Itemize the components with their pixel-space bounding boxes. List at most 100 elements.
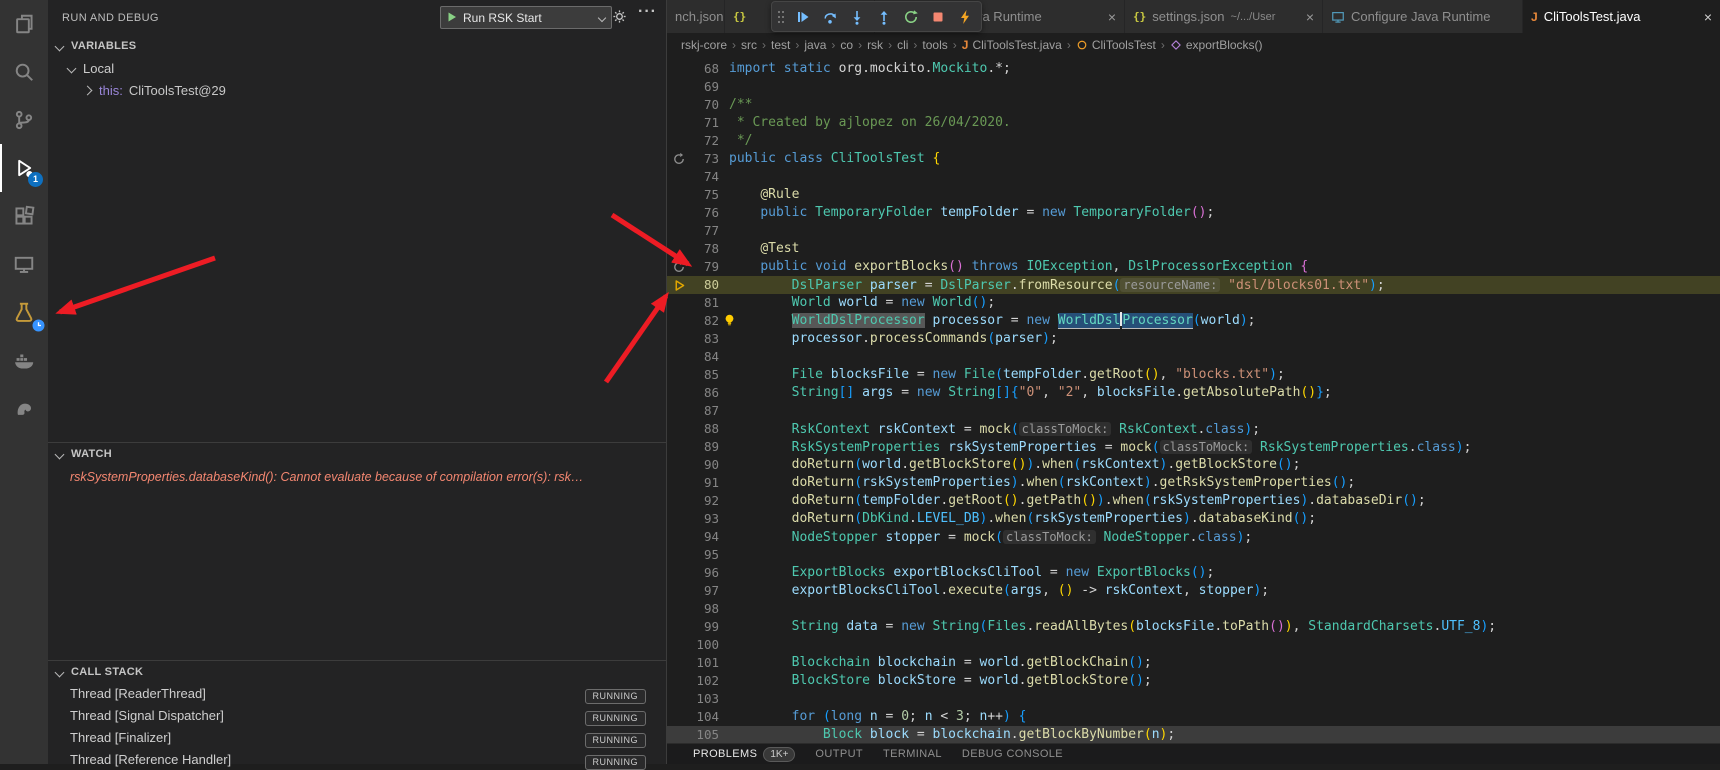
code-line-93[interactable]: 93 doReturn(DbKind.LEVEL_DB).when(rskSys… [667, 510, 1720, 528]
code-line-87[interactable]: 87 [667, 402, 1720, 420]
gutter-glyph[interactable] [667, 528, 691, 546]
gutter-glyph[interactable] [667, 438, 691, 456]
gutter-glyph[interactable] [667, 294, 691, 312]
code-line-101[interactable]: 101 Blockchain blockchain = world.getBlo… [667, 654, 1720, 672]
gutter-glyph[interactable] [667, 420, 691, 438]
code-line-84[interactable]: 84 [667, 348, 1720, 366]
gutter-glyph[interactable] [667, 456, 691, 474]
step-out-button[interactable] [874, 7, 894, 27]
breadcrumb-item[interactable]: rskj-core [681, 38, 727, 52]
gutter-glyph[interactable] [667, 402, 691, 420]
gutter-glyph[interactable] [667, 618, 691, 636]
gutter-glyph[interactable] [667, 186, 691, 204]
panel-tab-problems[interactable]: PROBLEMS1K+ [693, 747, 795, 762]
call-stack-section-header[interactable]: CALL STACK [48, 660, 666, 683]
close-icon[interactable]: × [1696, 9, 1712, 25]
code-line-100[interactable]: 100 [667, 636, 1720, 654]
gutter-glyph[interactable] [667, 330, 691, 348]
activity-run-and-debug[interactable]: 1 [0, 144, 48, 192]
breadcrumb-item[interactable]: co [840, 38, 853, 52]
gutter-glyph[interactable] [667, 276, 691, 294]
gutter-glyph[interactable] [667, 258, 691, 276]
activity-gradle[interactable] [0, 384, 48, 432]
activity-source-control[interactable] [0, 96, 48, 144]
gutter-glyph[interactable] [667, 78, 691, 96]
watch-expression-row[interactable]: rskSystemProperties.databaseKind(): Cann… [48, 466, 666, 488]
code-line-77[interactable]: 77 [667, 222, 1720, 240]
tab-configure-java-runtime[interactable]: Configure Java Runtime [1323, 0, 1523, 33]
step-into-button[interactable] [847, 7, 867, 27]
activity-testing[interactable] [0, 288, 48, 336]
gutter-glyph[interactable] [667, 366, 691, 384]
close-icon[interactable]: × [1298, 9, 1314, 25]
code-line-96[interactable]: 96 ExportBlocks exportBlocksCliTool = ne… [667, 564, 1720, 582]
continue-button[interactable] [793, 7, 813, 27]
gutter-glyph[interactable] [667, 510, 691, 528]
close-icon[interactable]: × [1100, 9, 1116, 25]
code-line-75[interactable]: 75 @Rule [667, 186, 1720, 204]
code-line-85[interactable]: 85 File blocksFile = new File(tempFolder… [667, 366, 1720, 384]
variables-scope-local[interactable]: Local [48, 57, 666, 79]
code-line-86[interactable]: 86 String[] args = new String[]{"0", "2"… [667, 384, 1720, 402]
breadcrumb-item[interactable]: exportBlocks() [1170, 38, 1263, 52]
debug-settings-gear-icon[interactable] [612, 9, 627, 27]
panel-tab-terminal[interactable]: TERMINAL [883, 748, 942, 760]
code-editor[interactable]: 68import static org.mockito.Mockito.*;69… [667, 57, 1720, 744]
code-line-104[interactable]: 104 for (long n = 0; n < 3; n++) { [667, 708, 1720, 726]
gutter-glyph[interactable] [667, 564, 691, 582]
gutter-glyph[interactable] [667, 726, 691, 744]
gutter-glyph[interactable] [667, 312, 691, 330]
code-line-78[interactable]: 78 @Test [667, 240, 1720, 258]
code-line-71[interactable]: 71 * Created by ajlopez on 26/04/2020. [667, 114, 1720, 132]
code-line-80[interactable]: 80 DslParser parser = DslParser.fromReso… [667, 276, 1720, 294]
panel-tab-debug-console[interactable]: DEBUG CONSOLE [962, 748, 1063, 760]
gutter-glyph[interactable] [667, 474, 691, 492]
panel-tab-output[interactable]: OUTPUT [815, 748, 863, 760]
gutter-glyph[interactable] [667, 150, 691, 168]
code-line-74[interactable]: 74 [667, 168, 1720, 186]
gutter-glyph[interactable] [667, 672, 691, 690]
activity-extensions[interactable] [0, 192, 48, 240]
code-line-82[interactable]: 82 WorldDslProcessor processor = new Wor… [667, 312, 1720, 330]
code-line-73[interactable]: 73public class CliToolsTest { [667, 150, 1720, 168]
code-line-99[interactable]: 99 String data = new String(Files.readAl… [667, 618, 1720, 636]
activity-search[interactable] [0, 48, 48, 96]
activity-remote-explorer[interactable] [0, 240, 48, 288]
code-line-88[interactable]: 88 RskContext rskContext = mock(classToM… [667, 420, 1720, 438]
code-line-68[interactable]: 68import static org.mockito.Mockito.*; [667, 60, 1720, 78]
code-line-81[interactable]: 81 World world = new World(); [667, 294, 1720, 312]
gutter-glyph[interactable] [667, 204, 691, 222]
gutter-glyph[interactable] [667, 690, 691, 708]
tab-clitoolstest-java[interactable]: JCliToolsTest.java× [1523, 0, 1720, 33]
gutter-glyph[interactable] [667, 546, 691, 564]
code-line-90[interactable]: 90 doReturn(world.getBlockStore()).when(… [667, 456, 1720, 474]
code-line-94[interactable]: 94 NodeStopper stopper = mock(classToMoc… [667, 528, 1720, 546]
breadcrumb-item[interactable]: JCliToolsTest.java [962, 38, 1062, 52]
step-over-button[interactable] [820, 7, 840, 27]
activity-explorer[interactable] [0, 0, 48, 48]
watch-section-header[interactable]: WATCH [48, 442, 666, 465]
gutter-glyph[interactable] [667, 114, 691, 132]
hot-code-replace-button[interactable] [955, 7, 975, 27]
code-line-69[interactable]: 69 [667, 78, 1720, 96]
code-line-92[interactable]: 92 doReturn(tempFolder.getRoot().getPath… [667, 492, 1720, 510]
code-line-103[interactable]: 103 [667, 690, 1720, 708]
code-line-83[interactable]: 83 processor.processCommands(parser); [667, 330, 1720, 348]
variables-section-header[interactable]: VARIABLES [48, 35, 666, 57]
code-line-102[interactable]: 102 BlockStore blockStore = world.getBlo… [667, 672, 1720, 690]
gutter-glyph[interactable] [667, 168, 691, 186]
gutter-glyph[interactable] [667, 492, 691, 510]
launch-config-select[interactable]: Run RSK Start [440, 6, 612, 29]
gutter-glyph[interactable] [667, 60, 691, 78]
breadcrumb-item[interactable]: cli [897, 38, 908, 52]
gutter-glyph[interactable] [667, 222, 691, 240]
code-line-79[interactable]: 79 public void exportBlocks() throws IOE… [667, 258, 1720, 276]
code-line-70[interactable]: 70/** [667, 96, 1720, 114]
gutter-glyph[interactable] [667, 582, 691, 600]
breadcrumb-item[interactable]: tools [922, 38, 947, 52]
gutter-glyph[interactable] [667, 600, 691, 618]
code-line-89[interactable]: 89 RskSystemProperties rskSystemProperti… [667, 438, 1720, 456]
code-line-72[interactable]: 72 */ [667, 132, 1720, 150]
stop-button[interactable] [928, 7, 948, 27]
gutter-glyph[interactable] [667, 348, 691, 366]
